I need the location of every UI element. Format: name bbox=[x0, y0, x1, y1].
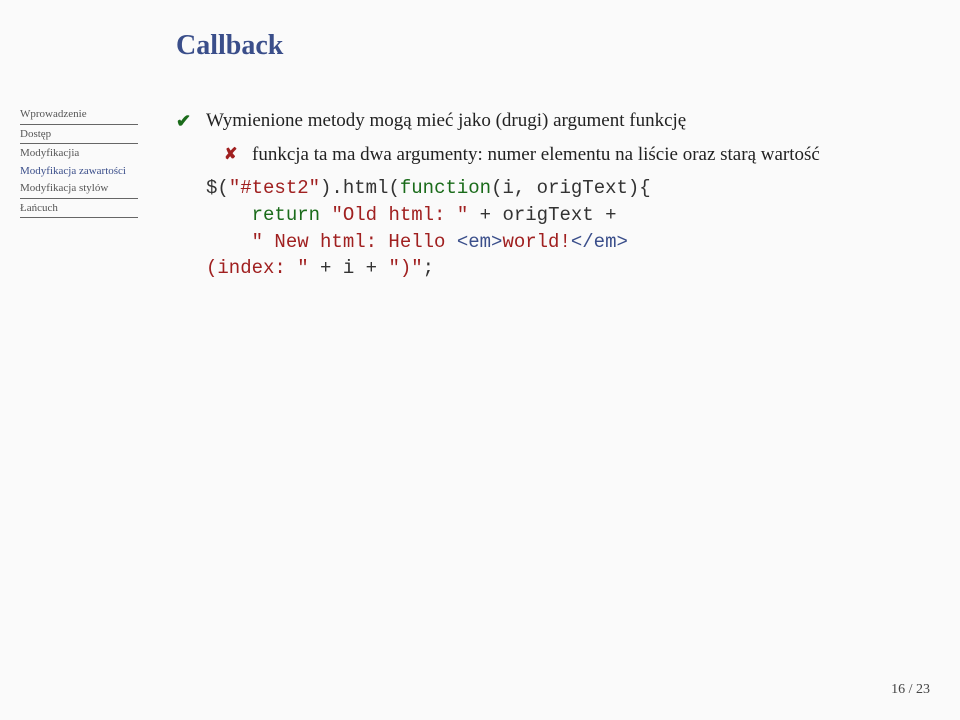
code-t: (i, origText){ bbox=[491, 177, 651, 199]
code-t: ; bbox=[423, 257, 434, 279]
code-str: ")" bbox=[388, 257, 422, 279]
sidebar-rule bbox=[20, 124, 138, 125]
sidebar-rule bbox=[20, 217, 138, 218]
sidebar-label: Wprowadzenie bbox=[20, 108, 87, 120]
code-t bbox=[206, 204, 252, 226]
page-current: 16 bbox=[891, 682, 905, 697]
sidebar-rule bbox=[20, 143, 138, 144]
code-t: + origText + bbox=[468, 204, 616, 226]
code-str: world! bbox=[502, 231, 570, 253]
code-kw: return bbox=[252, 204, 320, 226]
code-t: + i + bbox=[309, 257, 389, 279]
code-html: </em> bbox=[571, 231, 628, 253]
sidebar-item-modyfikacja-stylow[interactable]: Modyfikacja stylów bbox=[20, 180, 138, 199]
subbullet: ✘ funkcja ta ma dwa argumenty: numer ele… bbox=[224, 140, 916, 169]
code-str: "Old html: " bbox=[331, 204, 468, 226]
slide: Callback Wprowadzenie Dostęp Modyfikacji… bbox=[0, 0, 960, 720]
sidebar-rule bbox=[20, 198, 138, 199]
subbullet-text: funkcja ta ma dwa argumenty: numer eleme… bbox=[252, 140, 820, 169]
sidebar-label: Modyfikacja stylów bbox=[20, 182, 108, 194]
content-area: ✔ Wymienione metody mogą mieć jako (drug… bbox=[176, 106, 916, 282]
sidebar-item-dostep[interactable]: Dostęp bbox=[20, 126, 138, 145]
page-sep: / bbox=[905, 682, 916, 697]
check-icon: ✔ bbox=[176, 106, 206, 136]
code-html: <em> bbox=[457, 231, 503, 253]
code-t: ).html( bbox=[320, 177, 400, 199]
code-t bbox=[320, 204, 331, 226]
code-t bbox=[206, 231, 252, 253]
sidebar-label: Łańcuch bbox=[20, 202, 58, 214]
sidebar-item-wprowadzenie[interactable]: Wprowadzenie bbox=[20, 106, 138, 125]
x-icon: ✘ bbox=[224, 140, 252, 168]
sidebar-label: Modyfikacja zawartości bbox=[20, 165, 126, 177]
code-str: "#test2" bbox=[229, 177, 320, 199]
sidebar-item-modyfikacja-zawartosci[interactable]: Modyfikacja zawartości bbox=[20, 163, 138, 180]
sidebar-item-lancuch[interactable]: Łańcuch bbox=[20, 200, 138, 219]
code-kw: function bbox=[400, 177, 491, 199]
bullet-text: Wymienione metody mogą mieć jako (drugi)… bbox=[206, 106, 686, 135]
sidebar-label: Modyfikacjia bbox=[20, 147, 79, 159]
bullet-main: ✔ Wymienione metody mogą mieć jako (drug… bbox=[176, 106, 916, 136]
code-str: " New html: Hello bbox=[252, 231, 457, 253]
page-number: 16 / 23 bbox=[891, 682, 930, 698]
code-str: (index: " bbox=[206, 257, 309, 279]
sidebar-nav: Wprowadzenie Dostęp Modyfikacjia Modyfik… bbox=[20, 106, 138, 219]
slide-title: Callback bbox=[176, 30, 283, 62]
sidebar-item-modyfikacjia[interactable]: Modyfikacjia bbox=[20, 145, 138, 162]
code-t: $( bbox=[206, 177, 229, 199]
sidebar-label: Dostęp bbox=[20, 128, 51, 140]
code-block: $("#test2").html(function(i, origText){ … bbox=[206, 175, 916, 281]
page-total: 23 bbox=[916, 682, 930, 697]
